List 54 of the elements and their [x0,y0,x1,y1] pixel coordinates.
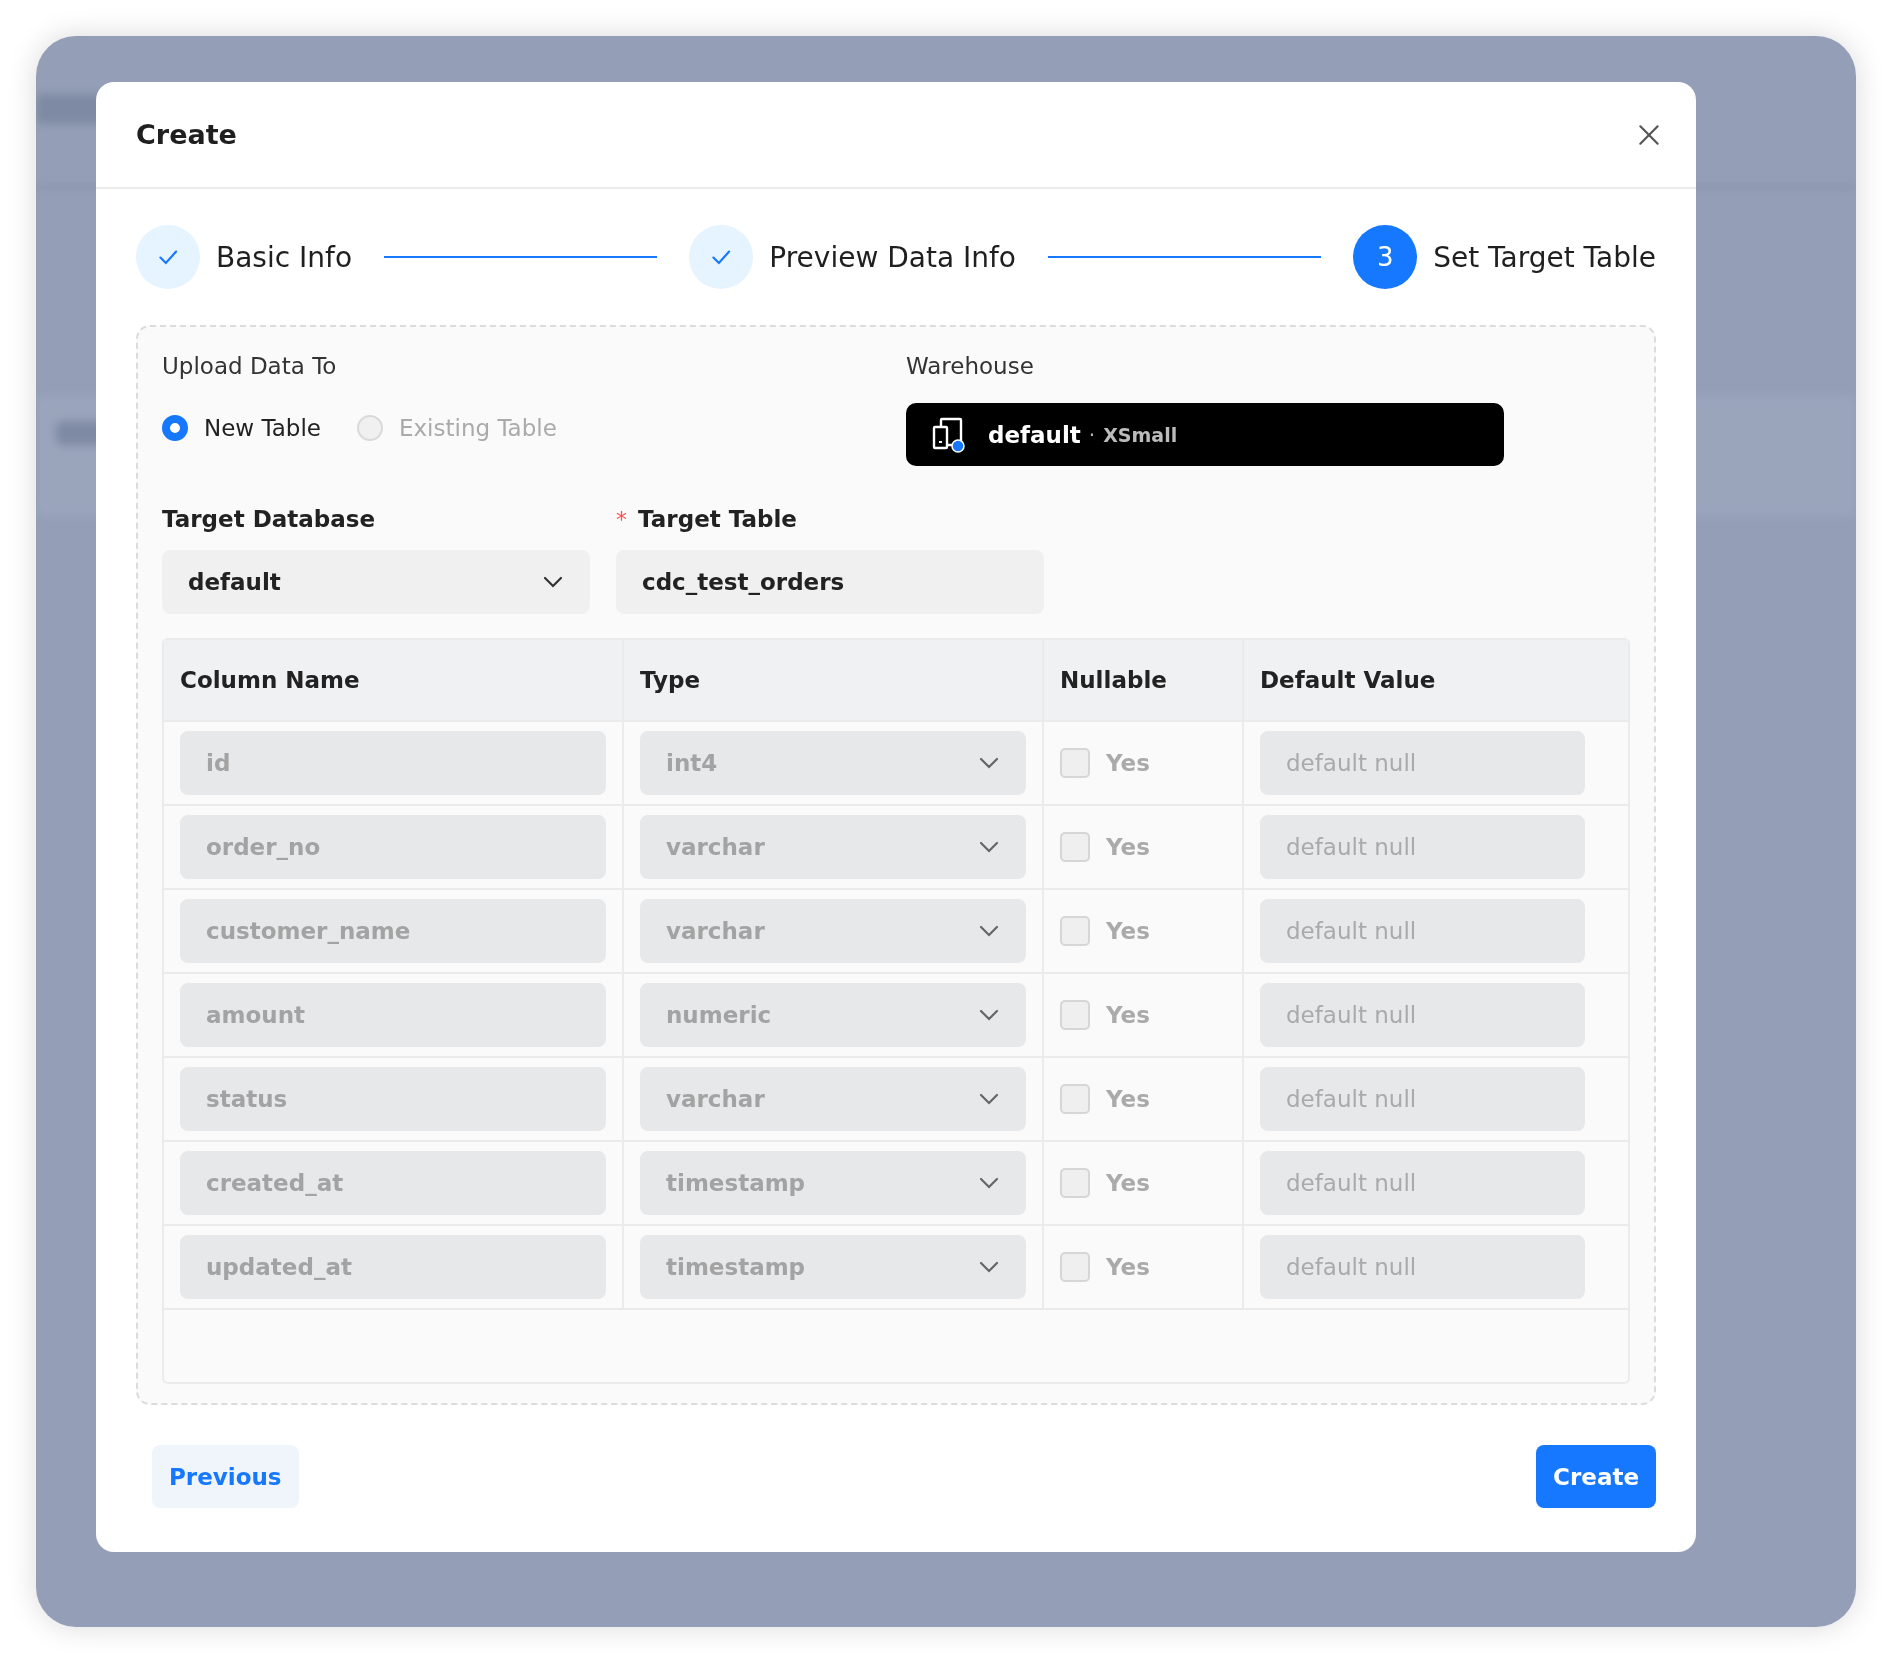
radio-label[interactable]: New Table [204,415,321,441]
chevron-down-icon [978,1260,1000,1274]
devices-icon [932,416,966,453]
checkbox-label[interactable]: Yes [1106,750,1150,776]
radio-button[interactable] [162,415,188,441]
required-mark: * [616,507,627,532]
column-header: Type [640,667,700,693]
checkbox[interactable] [1060,832,1090,862]
step-label: Set Target Table [1433,240,1656,274]
field-label: Target Database [162,506,377,532]
separator-dot: · [1088,422,1096,447]
field-label: Warehouse [906,353,1035,379]
type-select[interactable]: timestamp [640,1151,1026,1215]
chevron-down-icon [978,840,1000,854]
warehouse-selector[interactable]: default · XSmall [906,403,1504,466]
table-name-field[interactable]: cdc_test_orders [616,550,1044,614]
checkbox[interactable] [1060,748,1090,778]
checkbox[interactable] [1060,1168,1090,1198]
checkbox-label[interactable]: Yes [1106,1002,1150,1028]
column-header: Default Value [1260,667,1436,693]
dialog-title: Create [136,119,237,150]
chevron-down-icon [978,1092,1000,1106]
checkbox[interactable] [1060,916,1090,946]
step-label: Basic Info [216,240,353,274]
database-select[interactable]: default [162,550,590,614]
field-label: Target Table [638,506,797,532]
checkbox[interactable] [1060,1000,1090,1030]
checkbox[interactable] [1060,1252,1090,1282]
checkbox-label[interactable]: Yes [1106,1254,1150,1280]
step-number: 3 [1353,225,1418,289]
type-select[interactable]: varchar [640,815,1026,879]
step-label: Preview Data Info [769,240,1016,274]
chevron-down-icon [978,756,1000,770]
column-header: Column Name [180,667,360,693]
previous-button[interactable]: Previous [152,1445,299,1508]
type-select[interactable]: numeric [640,983,1026,1047]
chevron-down-icon [978,1008,1000,1022]
column-header: Nullable [1060,667,1167,693]
field-label: Upload Data To [162,353,338,379]
checkbox[interactable] [1060,1084,1090,1114]
checkbox-label[interactable]: Yes [1106,1170,1150,1196]
chevron-down-icon [542,575,564,589]
type-select[interactable]: varchar [640,899,1026,963]
chevron-down-icon [978,924,1000,938]
checkbox-label[interactable]: Yes [1106,918,1150,944]
type-select[interactable]: timestamp [640,1235,1026,1299]
warehouse-size: XSmall [1103,423,1178,446]
checkbox-label[interactable]: Yes [1106,834,1150,860]
warehouse-name: default [988,421,1081,448]
checkbox-label[interactable]: Yes [1106,1086,1150,1112]
chevron-down-icon [978,1176,1000,1190]
type-select[interactable]: varchar [640,1067,1026,1131]
create-button[interactable]: Create [1536,1445,1656,1508]
type-select[interactable]: int4 [640,731,1026,795]
